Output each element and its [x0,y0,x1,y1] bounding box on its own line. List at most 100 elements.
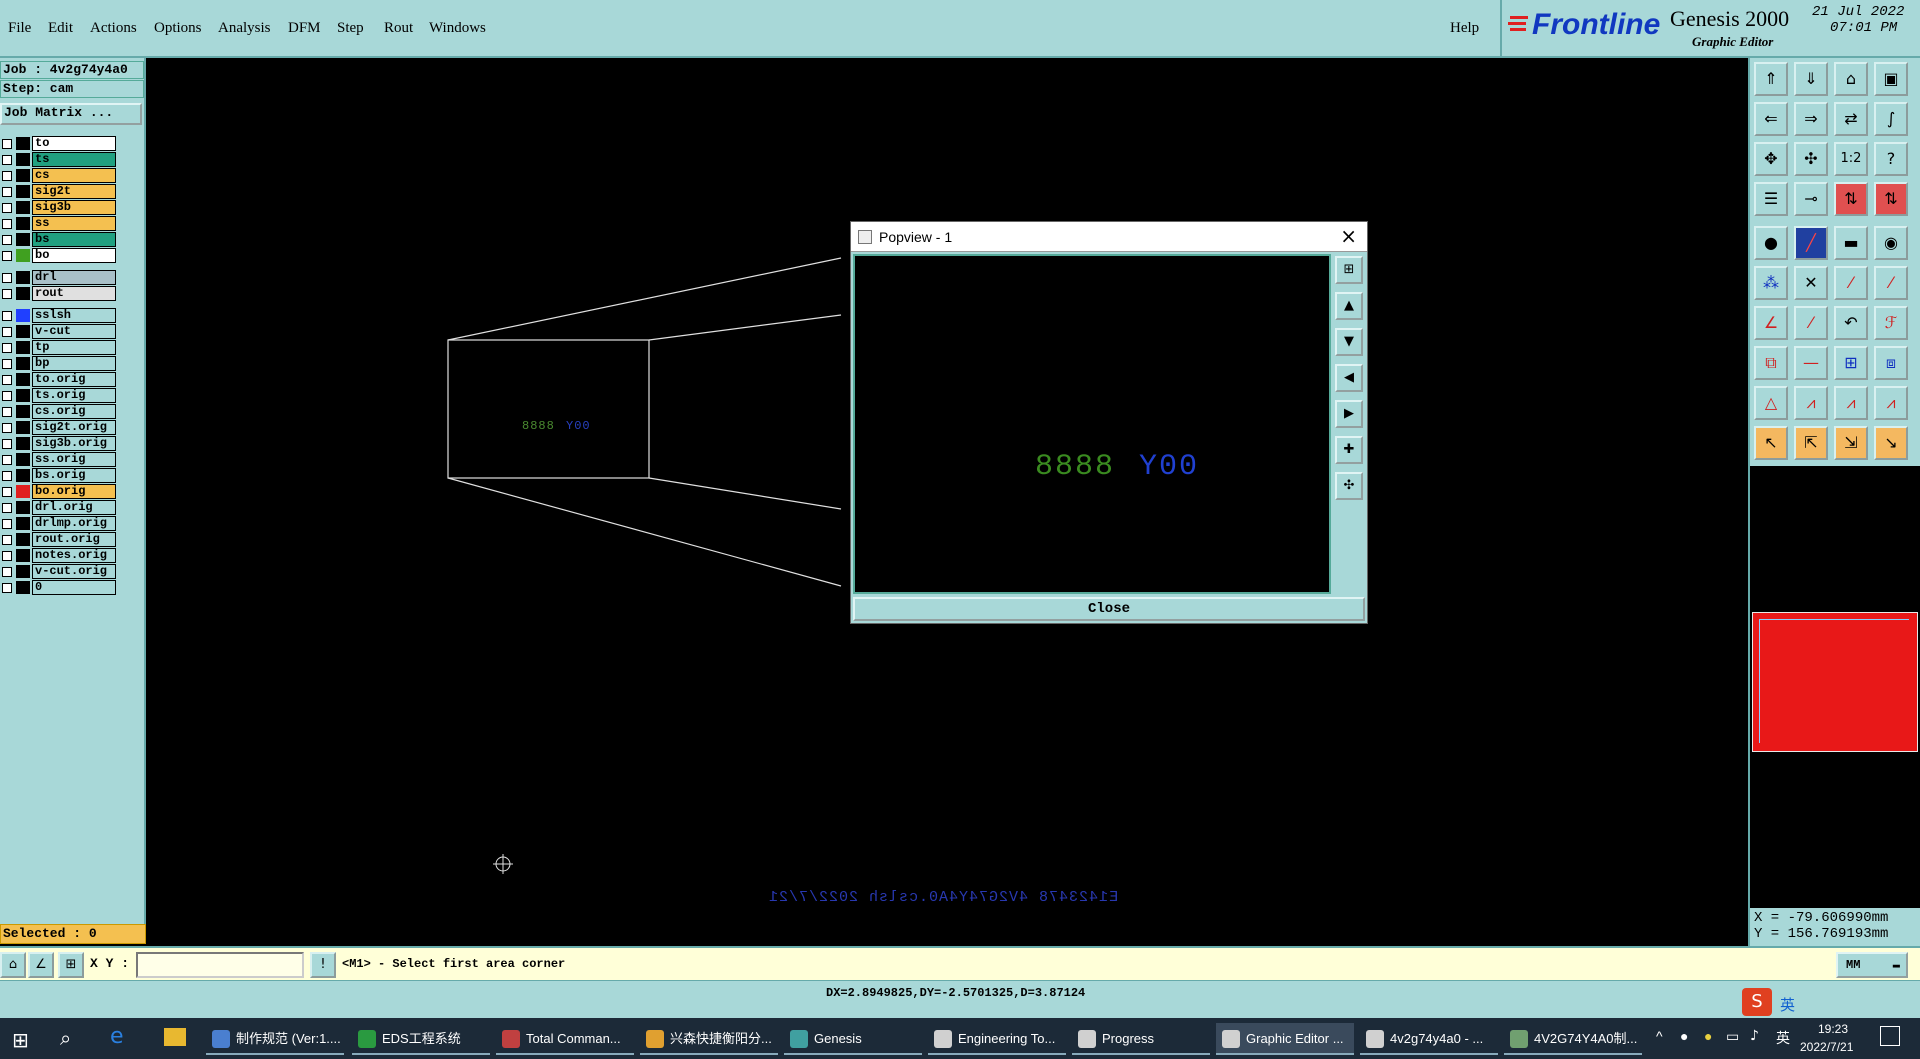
layer-color-swatch[interactable] [16,357,30,370]
taskbar-item[interactable]: Graphic Editor ... [1216,1023,1354,1055]
layer-color-swatch[interactable] [16,169,30,182]
layer-checkbox[interactable] [2,487,12,497]
menu-analysis[interactable]: Analysis [218,20,271,37]
layer-color-swatch[interactable] [16,137,30,150]
layer-color-swatch[interactable] [16,249,30,262]
layer-name[interactable]: drl.orig [32,500,116,515]
layer-color-swatch[interactable] [16,287,30,300]
layer-row[interactable]: drl.orig [0,500,118,515]
popview-pan-right-icon[interactable]: ▶ [1335,400,1363,428]
layer-checkbox[interactable] [2,407,12,417]
ime-mode[interactable]: 英 [1780,994,1795,1015]
add-pad-icon[interactable]: ● [1754,226,1788,260]
popview-zoom-in-icon[interactable]: ✚ [1335,436,1363,464]
windows-start-icon[interactable]: ⊞ [12,1028,29,1052]
layer-color-swatch[interactable] [16,485,30,498]
layer-checkbox[interactable] [2,171,12,181]
layer-color-swatch[interactable] [16,389,30,402]
xy-input[interactable] [136,952,304,978]
arc-icon[interactable]: ↶ [1834,306,1868,340]
popview-canvas[interactable]: 8888 Y00 [853,254,1331,594]
triangle-1-icon[interactable]: △ [1754,386,1788,420]
layer-color-swatch[interactable] [16,533,30,546]
layer-checkbox[interactable] [2,311,12,321]
layer-checkbox[interactable] [2,567,12,577]
popview-close-button[interactable]: Close [853,597,1365,621]
layer-name[interactable]: cs [32,168,116,183]
layer-checkbox[interactable] [2,471,12,481]
layer-row[interactable]: sig3b.orig [0,436,118,451]
layer-checkbox[interactable] [2,519,12,529]
layer-row[interactable]: ts.orig [0,388,118,403]
layer-name[interactable]: notes.orig [32,548,116,563]
triangle-4-icon[interactable]: ⩘ [1874,386,1908,420]
cmd-exclaim-icon[interactable]: ! [310,952,336,978]
layer-checkbox[interactable] [2,535,12,545]
menu-options[interactable]: Options [154,20,202,37]
action-center-icon[interactable] [1880,1026,1900,1046]
layer-checkbox[interactable] [2,391,12,401]
job-matrix-button[interactable]: Job Matrix ... [0,103,142,125]
cmd-tool-1-icon[interactable]: ⌂ [0,952,26,978]
pan-down-icon[interactable]: ⇓ [1794,62,1828,96]
layer-checkbox[interactable] [2,251,12,261]
layer-row[interactable]: to.orig [0,372,118,387]
menu-rout[interactable]: Rout [384,20,413,37]
snap-icon[interactable]: ⇅ [1834,182,1868,216]
connect-icon[interactable]: ⁂ [1754,266,1788,300]
layer-name[interactable]: bo [32,248,116,263]
ruler-icon[interactable]: ▬ [1834,226,1868,260]
menu-actions[interactable]: Actions [90,20,137,37]
layer-color-swatch[interactable] [16,233,30,246]
layer-row[interactable]: v-cut [0,324,118,339]
taskbar-item[interactable]: Progress [1072,1023,1210,1055]
layer-name[interactable]: ts.orig [32,388,116,403]
layer-color-swatch[interactable] [16,309,30,322]
snap-mid-icon[interactable]: ⇅ [1874,182,1908,216]
taskbar-item[interactable]: 4V2G74Y4A0制... [1504,1023,1642,1055]
overview-map[interactable] [1752,612,1918,752]
layer-row[interactable]: rout [0,286,118,301]
layer-name[interactable]: bp [32,356,116,371]
tray-chevron-icon[interactable]: ^ [1656,1028,1663,1044]
stretch-icon[interactable]: ⁄ [1874,266,1908,300]
taskbar-item[interactable]: 兴森快捷衡阳分... [640,1023,778,1055]
taskbar-item[interactable]: Total Comman... [496,1023,634,1055]
taskbar-item[interactable]: 4v2g74y4a0 - ... [1360,1023,1498,1055]
layer-checkbox[interactable] [2,359,12,369]
layer-name[interactable]: to.orig [32,372,116,387]
ie-icon[interactable]: e [110,1024,124,1049]
minus-icon[interactable]: — [1794,346,1828,380]
triangle-3-icon[interactable]: ⩘ [1834,386,1868,420]
layer-row[interactable]: sig2t.orig [0,420,118,435]
layer-color-swatch[interactable] [16,153,30,166]
layer-row[interactable]: bs [0,232,118,247]
layer-name[interactable]: rout [32,286,116,301]
pointer-net-icon[interactable]: ↘ [1874,426,1908,460]
layer-checkbox[interactable] [2,187,12,197]
tray-notify-icon[interactable]: ● [1680,1028,1688,1044]
layer-checkbox[interactable] [2,219,12,229]
pointer-icon[interactable]: ↖ [1754,426,1788,460]
array-icon[interactable]: ⧈ [1874,346,1908,380]
layer-checkbox[interactable] [2,503,12,513]
layer-color-swatch[interactable] [16,517,30,530]
taskbar-item[interactable]: Genesis [784,1023,922,1055]
menu-dfm[interactable]: DFM [288,20,321,37]
layer-color-swatch[interactable] [16,469,30,482]
language-indicator[interactable]: 英 [1776,1028,1790,1048]
search-icon[interactable]: ⌕ [60,1026,71,1050]
taskbar-item[interactable]: Engineering To... [928,1023,1066,1055]
menu-edit[interactable]: Edit [48,20,73,37]
cmd-grid-icon[interactable]: ⊞ [58,952,84,978]
layer-color-swatch[interactable] [16,405,30,418]
layer-color-swatch[interactable] [16,421,30,434]
layer-row[interactable]: notes.orig [0,548,118,563]
layer-row[interactable]: bo [0,248,118,263]
layer-color-swatch[interactable] [16,581,30,594]
pan-right-icon[interactable]: ⇒ [1794,102,1828,136]
layer-row[interactable]: 0 [0,580,118,595]
layer-checkbox[interactable] [2,439,12,449]
angle-icon[interactable]: ∠ [1754,306,1788,340]
layer-color-swatch[interactable] [16,565,30,578]
